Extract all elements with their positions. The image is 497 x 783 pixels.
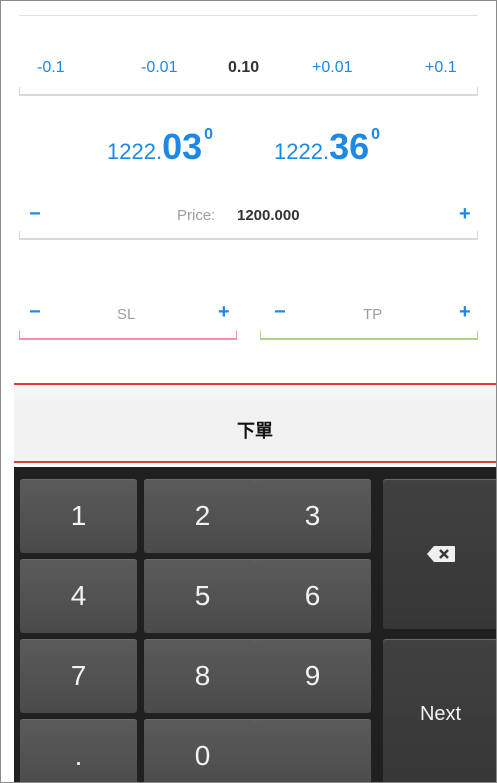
lot-plus-0-01-button[interactable]: +0.01 bbox=[312, 59, 352, 77]
price-underline-tick-right bbox=[477, 231, 478, 239]
sl-minus-button[interactable]: − bbox=[29, 301, 41, 324]
key-0[interactable]: 0 bbox=[144, 719, 261, 782]
next-key[interactable]: Next bbox=[383, 639, 496, 782]
price-plus-button[interactable]: + bbox=[459, 203, 471, 226]
key-7-label: 7 bbox=[70, 660, 87, 691]
key-blank[interactable] bbox=[254, 719, 371, 782]
numeric-keyboard: 1 2 3 4 5 6 7 8 9 Next . 0 bbox=[14, 467, 496, 782]
key-dot[interactable]: . bbox=[20, 719, 137, 782]
key-9[interactable]: 9 bbox=[254, 639, 371, 713]
backspace-key[interactable] bbox=[383, 479, 496, 629]
sell-quote-sup: 0 bbox=[204, 125, 214, 143]
sl-underline-tick-right bbox=[236, 331, 237, 339]
sl-plus-button[interactable]: + bbox=[218, 301, 230, 324]
buy-quote-sup: 0 bbox=[371, 125, 381, 143]
lot-underline bbox=[19, 94, 478, 96]
key-7[interactable]: 7 bbox=[20, 639, 137, 713]
key-2[interactable]: 2 bbox=[144, 479, 261, 553]
price-minus-button[interactable]: − bbox=[29, 203, 41, 226]
key-8[interactable]: 8 bbox=[144, 639, 261, 713]
lot-underline-tick-left bbox=[19, 87, 20, 95]
key-6[interactable]: 6 bbox=[254, 559, 371, 633]
key-4[interactable]: 4 bbox=[20, 559, 137, 633]
key-5[interactable]: 5 bbox=[144, 559, 261, 633]
key-1[interactable]: 1 bbox=[20, 479, 137, 553]
key-1-label: 1 bbox=[70, 500, 87, 531]
price-value-input[interactable]: 1200.000 bbox=[237, 207, 300, 224]
sl-underline-tick-left bbox=[19, 331, 20, 339]
sl-underline bbox=[19, 338, 237, 340]
price-label: Price: bbox=[177, 207, 216, 224]
lot-plus-0-1-button[interactable]: +0.1 bbox=[425, 59, 457, 77]
order-bottom-line bbox=[14, 461, 496, 463]
sell-quote-prefix: 1222. bbox=[107, 139, 163, 164]
tp-underline-tick-left bbox=[260, 331, 261, 339]
buy-quote[interactable]: 1222.36 0 bbox=[274, 126, 380, 168]
key-3[interactable]: 3 bbox=[254, 479, 371, 553]
sell-quote-main: 03 bbox=[162, 126, 203, 167]
lot-value: 0.10 bbox=[228, 59, 260, 76]
lot-minus-0-01-button[interactable]: -0.01 bbox=[141, 59, 177, 77]
top-divider bbox=[19, 15, 478, 16]
key-5-label: 5 bbox=[194, 580, 211, 611]
buy-quote-main: 36 bbox=[329, 126, 370, 167]
sl-input[interactable]: SL bbox=[117, 306, 135, 323]
tp-plus-button[interactable]: + bbox=[459, 301, 471, 324]
key-0-label: 0 bbox=[194, 740, 211, 771]
key-dot-label: . bbox=[74, 740, 83, 771]
key-4-label: 4 bbox=[70, 580, 87, 611]
tp-underline bbox=[260, 338, 478, 340]
lot-underline-tick-right bbox=[477, 87, 478, 95]
next-key-label: Next bbox=[419, 702, 462, 725]
backspace-icon bbox=[426, 546, 455, 562]
tp-input[interactable]: TP bbox=[363, 306, 382, 323]
buy-quote-prefix: 1222. bbox=[274, 139, 330, 164]
key-2-label: 2 bbox=[194, 500, 211, 531]
price-underline bbox=[19, 238, 478, 240]
key-3-label: 3 bbox=[304, 500, 321, 531]
place-order-label: 下單 bbox=[237, 421, 273, 441]
place-order-button[interactable]: 下單 bbox=[14, 399, 496, 461]
price-underline-tick-left bbox=[19, 231, 20, 239]
key-9-label: 9 bbox=[304, 660, 321, 691]
key-8-label: 8 bbox=[194, 660, 211, 691]
sell-quote[interactable]: 1222.03 0 bbox=[107, 126, 213, 168]
order-screen: -0.1 -0.01 0.10 +0.01 +0.1 1222.03 0 1222… bbox=[0, 0, 497, 783]
tp-minus-button[interactable]: − bbox=[274, 301, 286, 324]
lot-minus-0-1-button[interactable]: -0.1 bbox=[37, 59, 65, 77]
key-6-label: 6 bbox=[304, 580, 321, 611]
order-bar-top-strip bbox=[14, 385, 496, 399]
tp-underline-tick-right bbox=[477, 331, 478, 339]
